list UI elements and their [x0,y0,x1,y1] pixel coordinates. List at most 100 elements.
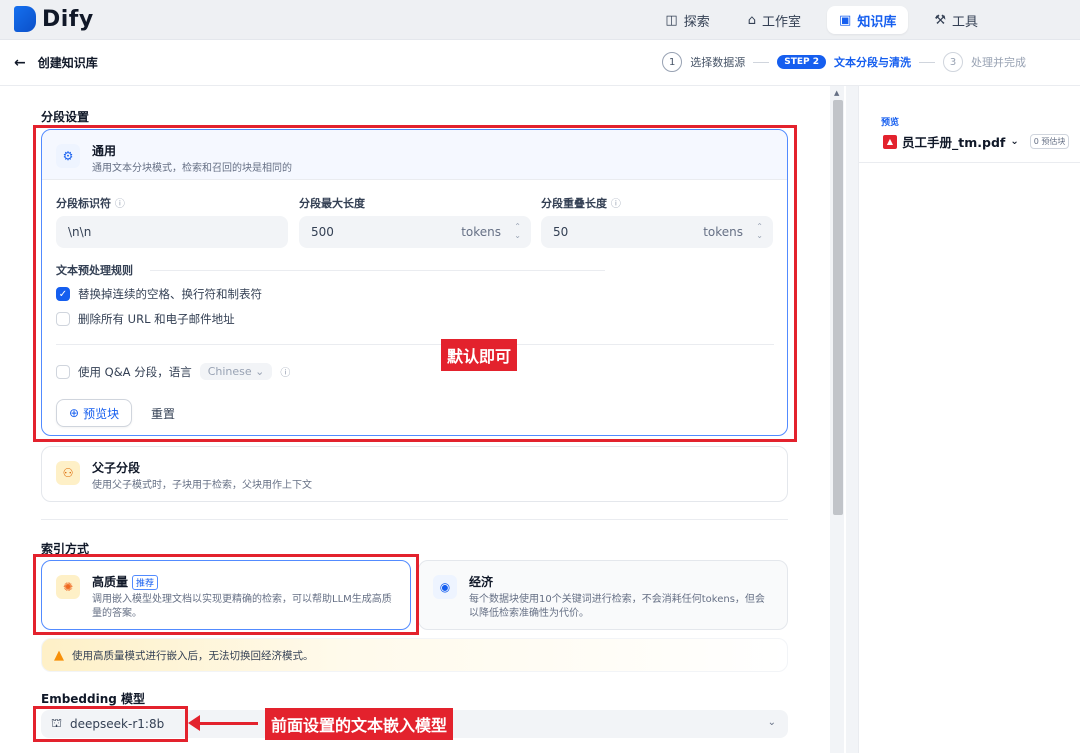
general-card-header: ⚙ 通用 通用文本分块模式，检索和召回的块是相同的 [42,130,787,180]
max-length-label: 分段最大长度 [299,197,365,210]
nav-label: 工具 [951,14,978,30]
step-1-number: 1 [662,52,683,72]
separator-value: \n\n [68,225,92,239]
annotation-arrow-head [188,715,200,731]
separator-input[interactable]: \n\n [56,216,288,248]
stepper: 1 选择数据源 STEP 2 文本分段与清洗 3 处理并完成 [662,52,1026,72]
explore-icon: ◫ [665,12,678,28]
divider [56,344,774,345]
separator-label-text: 分段标识符 [56,197,111,210]
nav-label: 知识库 [857,14,897,30]
step-divider [753,61,770,63]
gear-icon: ⚙ [56,144,80,168]
help-icon[interactable]: ⓘ [280,364,290,379]
annotation-arrow-line [192,722,258,725]
book-icon: ▣ [839,12,852,28]
general-segment-card[interactable]: ⚙ 通用 通用文本分块模式，检索和召回的块是相同的 分段标识符 ⓘ \n\n 分… [41,129,788,436]
checkbox-icon[interactable] [56,312,70,326]
chevron-down-icon: ⌄ [1010,136,1019,147]
checkbox-checked-icon[interactable]: ✓ [56,287,70,301]
general-desc: 通用文本分块模式，检索和召回的块是相同的 [92,163,292,174]
rule-replace-spaces[interactable]: ✓ 替换掉连续的空格、换行符和制表符 [56,286,262,302]
reset-button[interactable]: 重置 [139,399,187,427]
reset-button-label: 重置 [151,406,176,421]
language-select[interactable]: Chinese ⌄ [199,363,273,380]
qa-label: 使用 Q&A 分段，语言 [78,364,192,379]
arrow-left-icon: ← [14,54,26,71]
overlap-label-text: 分段重叠长度 [541,197,607,210]
parent-child-title: 父子分段 [92,461,141,475]
nav-item-knowledge[interactable]: ▣ 知识库 [827,6,909,34]
tool-icon: ⚒ [934,12,946,28]
step-3-number: 3 [943,52,963,72]
chunk-count-badge: 0 预估块 [1029,134,1070,149]
rules-divider [150,270,605,271]
preview-panel: 预览 ▲ 员工手册_tm.pdf ⌄ 0 预估块 [858,86,1080,753]
help-icon[interactable]: ⓘ [611,199,621,210]
overlap-value: 50 [553,225,569,239]
step-2-label: 文本分段与清洗 [834,56,911,69]
nav-label: 工作室 [762,14,802,30]
high-quality-desc: 调用嵌入模型处理文档以实现更精确的检索，可以帮助LLM生成高质量的答案。 [92,594,392,619]
step-2-badge: STEP 2 [777,55,826,69]
warning-text: 使用高质量模式进行嵌入后，无法切换回经济模式。 [72,649,314,662]
parent-child-icon: ⚇ [56,461,80,485]
chevron-down-icon: ⌄ [767,717,776,728]
qa-segment-option[interactable]: 使用 Q&A 分段，语言 Chinese ⌄ ⓘ [56,363,290,380]
segment-section-title: 分段设置 [41,110,90,124]
parent-child-card[interactable]: ⚇ 父子分段 使用父子模式时，子块用于检索，父块用作上下文 [41,446,788,502]
top-nav: Dify ◫ 探索 ⌂ 工作室 ▣ 知识库 ⚒ 工具 [0,0,1080,40]
overlap-unit: tokens [703,225,743,239]
preview-divider [859,162,1080,163]
nav-item-explore[interactable]: ◫ 探索 [653,6,721,34]
max-length-value: 500 [311,225,334,239]
language-value: Chinese [207,365,252,378]
preview-button-label: 预览块 [83,406,120,421]
index-section-title: 索引方式 [41,542,90,556]
economy-header: ◉ 经济 每个数据块使用10个关键词进行检索，不会消耗任何tokens，但会以降… [419,561,787,633]
nav-label: 探索 [683,14,710,30]
warning-banner: ▲ 使用高质量模式进行嵌入后，无法切换回经济模式。 [41,638,788,672]
embedding-section-title: Embedding 模型 [41,692,146,706]
annotation-label-embedding: 前面设置的文本嵌入模型 [265,708,454,740]
logo-text: Dify [42,6,94,32]
step-3-label: 处理并完成 [971,56,1026,69]
rule-label: 替换掉连续的空格、换行符和制表符 [78,287,262,301]
scrollbar-thumb[interactable] [833,100,843,515]
sparkle-icon: ✺ [56,575,80,599]
rule-label: 删除所有 URL 和电子邮件地址 [78,312,235,326]
preview-file-select[interactable]: ▲ 员工手册_tm.pdf ⌄ 0 预估块 [883,132,1070,151]
help-icon[interactable]: ⓘ [115,199,125,210]
parent-child-header: ⚇ 父子分段 使用父子模式时，子块用于检索，父块用作上下文 [42,447,787,505]
preview-label: 预览 [881,118,900,128]
rule-remove-urls[interactable]: 删除所有 URL 和电子邮件地址 [56,311,235,327]
max-length-input[interactable]: 500 tokens ⌃ ⌄ [299,216,531,248]
back-button[interactable]: ← 创建知识库 [14,54,98,71]
piggy-bank-icon: ◉ [433,575,457,599]
search-icon: ⊕ [69,406,80,420]
general-title: 通用 [92,144,117,158]
high-quality-card[interactable]: ✺ 高质量 推荐 调用嵌入模型处理文档以实现更精确的检索，可以帮助LLM生成高质量… [41,560,411,630]
high-quality-title-text: 高质量 [92,575,129,589]
step-3: 3 处理并完成 [943,52,1026,72]
scroll-up-icon[interactable]: ▲ [834,89,839,97]
nav-item-studio[interactable]: ⌂ 工作室 [736,6,813,34]
stepper-icon[interactable]: ⌃ ⌄ [514,222,521,240]
stepper-icon[interactable]: ⌃ ⌄ [756,222,763,240]
overlap-input[interactable]: 50 tokens ⌃ ⌄ [541,216,773,248]
warning-icon: ▲ [54,647,64,663]
economy-title: 经济 [469,575,494,589]
annotation-label-default: 默认即可 [441,339,518,371]
economy-desc: 每个数据块使用10个关键词进行检索，不会消耗任何tokens，但会以降低检索准确… [469,594,765,619]
nav-item-tools[interactable]: ⚒ 工具 [922,6,990,34]
model-value: deepseek-r1:8b [70,717,165,731]
step-1-label: 选择数据源 [690,56,746,69]
checkbox-icon[interactable] [56,364,70,379]
economy-card[interactable]: ◉ 经济 每个数据块使用10个关键词进行检索，不会消耗任何tokens，但会以降… [418,560,788,630]
dify-logo-icon [14,6,36,32]
preview-chunks-button[interactable]: ⊕ 预览块 [56,399,133,427]
logo[interactable]: Dify [14,6,94,32]
page-title: 创建知识库 [37,56,98,70]
section-divider [41,519,788,520]
main-panel: 分段设置 ⚙ 通用 通用文本分块模式，检索和召回的块是相同的 分段标识符 ⓘ \… [0,86,846,753]
